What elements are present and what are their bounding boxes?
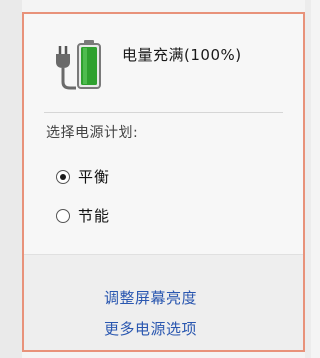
battery-status-text: 电量充满(100%) (122, 46, 242, 64)
plan-option-power-saver[interactable]: 节能 (56, 205, 110, 226)
radio-balanced[interactable] (56, 169, 70, 184)
divider (44, 112, 283, 113)
power-plan-heading: 选择电源计划: (46, 125, 139, 141)
adjust-brightness-link[interactable]: 调整屏幕亮度 (104, 287, 197, 308)
more-power-options-link[interactable]: 更多电源选项 (104, 318, 197, 339)
desktop-background-right (305, 0, 311, 358)
battery-flyout: 电量充满(100%) 选择电源计划: 平衡 节能 调整屏幕亮度 更多电源选项 (22, 12, 305, 352)
plan-option-label: 平衡 (78, 168, 111, 186)
links-pane: 调整屏幕亮度 更多电源选项 (24, 254, 303, 350)
plan-option-label: 节能 (78, 207, 111, 225)
desktop-background (0, 0, 22, 358)
battery-plug-icon (50, 36, 110, 94)
battery-status-pane: 电量充满(100%) 选择电源计划: 平衡 节能 (24, 14, 303, 254)
plan-option-balanced[interactable]: 平衡 (56, 166, 110, 187)
radio-power-saver[interactable] (56, 208, 70, 223)
